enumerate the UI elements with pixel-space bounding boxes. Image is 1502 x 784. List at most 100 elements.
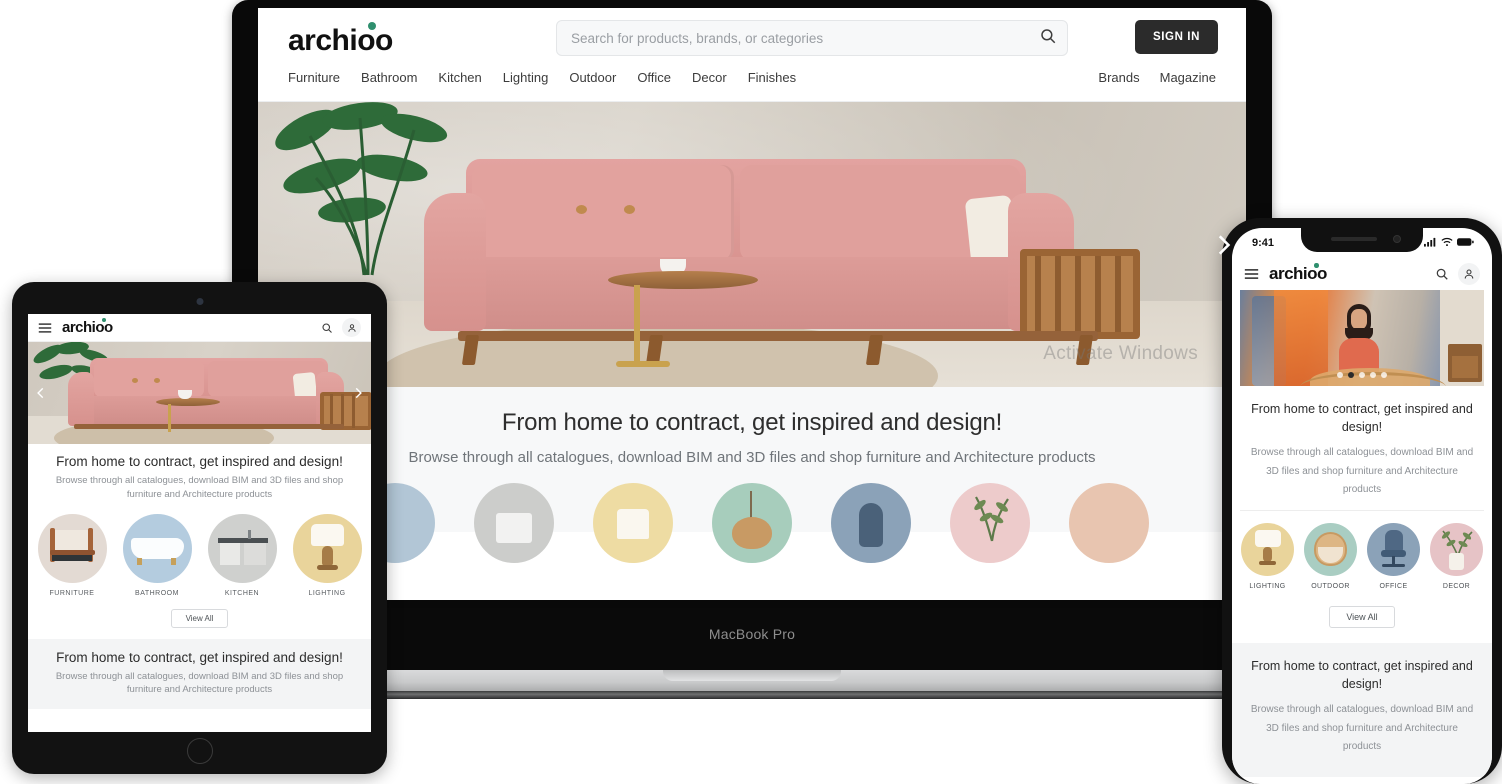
nav-item-lighting[interactable]: Lighting: [503, 70, 549, 85]
front-camera-icon: [1393, 235, 1401, 243]
earpiece-speaker-icon: [1331, 237, 1377, 241]
brand-logo-text: archioo: [288, 24, 393, 57]
laptop-hero-copy: From home to contract, get inspired and …: [258, 387, 1246, 472]
search-bar[interactable]: [556, 20, 1068, 56]
user-icon[interactable]: [342, 318, 361, 337]
phone-category-row: LIGHTING OUTDOOR OFFICE DECOR: [1232, 511, 1492, 590]
nav-secondary-links: Brands Magazine: [1098, 70, 1216, 85]
macbook-pro-device: archioo SIGN IN Furnitur: [216, 0, 1288, 712]
laptop-screen: archioo SIGN IN Furnitur: [258, 8, 1246, 600]
category-label: LIGHTING: [308, 589, 346, 597]
device-label: MacBook Pro: [708, 626, 796, 642]
brand-logo[interactable]: archioo: [288, 22, 393, 58]
category-label: OUTDOOR: [1311, 582, 1350, 590]
tablet-screen: archioo From home to contract, get inspi…: [28, 314, 371, 732]
category-label: DECOR: [1442, 582, 1471, 590]
device-mockup-stage: archioo SIGN IN Furnitur: [0, 0, 1502, 784]
carousel-prev-icon[interactable]: [34, 386, 48, 400]
nav-item-office[interactable]: Office: [637, 70, 671, 85]
wifi-icon: [1441, 237, 1453, 250]
carousel-dot[interactable]: [1381, 372, 1387, 378]
carousel-dot[interactable]: [1370, 372, 1376, 378]
sign-in-button[interactable]: SIGN IN: [1134, 20, 1218, 54]
phone-hero-carousel: [1240, 290, 1484, 386]
category-label: LIGHTING: [1249, 582, 1286, 590]
user-icon[interactable]: [1458, 263, 1480, 285]
category-item-bathroom[interactable]: BATHROOM: [122, 513, 192, 597]
laptop-site-header: archioo SIGN IN: [258, 8, 1246, 70]
tablet-category-row: FURNITURE BATHROOM KITCHEN LIGHTING: [28, 508, 371, 597]
nav-item-outdoor[interactable]: Outdoor: [569, 70, 616, 85]
menu-icon[interactable]: [1244, 268, 1259, 280]
category-label: KITCHEN: [224, 589, 260, 597]
tablet-footer-copy: From home to contract, get inspired and …: [28, 638, 371, 710]
tablet-home-button[interactable]: [186, 738, 213, 764]
phone-device: 9:41 archioo From home to contract, get …: [1222, 218, 1502, 784]
nav-item-magazine[interactable]: Magazine: [1160, 70, 1216, 85]
phone-site-header: archioo: [1232, 258, 1492, 290]
phone-screen: 9:41 archioo From home to contract, get …: [1232, 228, 1492, 784]
brand-logo-dot-icon: [368, 22, 376, 30]
category-label: OFFICE: [1379, 582, 1408, 590]
tablet-hero-carousel: [28, 342, 371, 444]
phone-hero-copy: From home to contract, get inspired and …: [1232, 386, 1492, 510]
footer-subtitle: Browse through all catalogues, download …: [1250, 704, 1474, 752]
category-circle[interactable]: [712, 483, 792, 563]
category-item-office[interactable]: OFFICE: [1367, 522, 1420, 590]
brand-logo-dot-icon: [102, 318, 106, 322]
search-icon[interactable]: [321, 322, 333, 334]
category-item-kitchen[interactable]: KITCHEN: [207, 513, 277, 597]
category-label: FURNITURE: [49, 589, 95, 597]
carousel-dots[interactable]: [1337, 372, 1387, 378]
laptop-base-notch: [663, 670, 841, 681]
tablet-camera-icon: [196, 298, 203, 305]
nav-item-brands[interactable]: Brands: [1098, 70, 1139, 85]
nav-item-bathroom[interactable]: Bathroom: [361, 70, 417, 85]
tablet-site-header: archioo: [28, 314, 371, 342]
page-subtitle: Browse through all catalogues, download …: [408, 449, 1096, 466]
footer-title: From home to contract, get inspired and …: [1251, 658, 1473, 691]
nav-item-finishes[interactable]: Finishes: [748, 70, 796, 85]
page-subtitle: Browse through all catalogues, download …: [1250, 447, 1474, 496]
category-circle[interactable]: [1069, 483, 1149, 563]
menu-icon[interactable]: [38, 322, 52, 334]
view-all-button[interactable]: View All: [1329, 605, 1395, 628]
status-time: 9:41: [1252, 237, 1275, 249]
search-icon[interactable]: [1435, 267, 1449, 281]
category-item-outdoor[interactable]: OUTDOOR: [1304, 522, 1357, 590]
category-item-lighting[interactable]: LIGHTING: [292, 513, 362, 597]
tablet-device: archioo From home to contract, get inspi…: [12, 282, 387, 774]
search-input[interactable]: [571, 30, 1039, 46]
signal-icon: [1424, 237, 1437, 250]
category-item-furniture[interactable]: FURNITURE: [37, 513, 107, 597]
footer-subtitle: Browse through all catalogues, download …: [55, 670, 344, 696]
category-circle[interactable]: [593, 483, 673, 563]
page-title: From home to contract, get inspired and …: [501, 409, 1003, 436]
category-circle[interactable]: [474, 483, 554, 563]
carousel-dot[interactable]: [1359, 372, 1365, 378]
nav-links: Furniture Bathroom Kitchen Lighting Outd…: [288, 70, 796, 85]
laptop-category-row: [258, 472, 1246, 563]
hero-carousel: Activate Windows: [258, 102, 1246, 387]
phone-footer-copy: From home to contract, get inspired and …: [1232, 642, 1492, 777]
nav-item-furniture[interactable]: Furniture: [288, 70, 340, 85]
nav-item-decor[interactable]: Decor: [692, 70, 727, 85]
nav-item-kitchen[interactable]: Kitchen: [438, 70, 481, 85]
category-item-decor[interactable]: DECOR: [1430, 522, 1483, 590]
carousel-next-icon[interactable]: [1210, 232, 1236, 258]
hero-side-table-image: [608, 259, 758, 367]
category-item-lighting[interactable]: LIGHTING: [1241, 522, 1294, 590]
category-circle[interactable]: [831, 483, 911, 563]
carousel-next-icon[interactable]: [351, 386, 365, 400]
category-circle[interactable]: [950, 483, 1030, 563]
brand-logo-dot-icon: [1314, 263, 1319, 268]
tablet-hero-copy: From home to contract, get inspired and …: [28, 444, 371, 508]
category-label: BATHROOM: [135, 589, 179, 597]
search-icon[interactable]: [1039, 27, 1057, 50]
carousel-dot-active[interactable]: [1348, 372, 1354, 378]
hero-sofa-image: [408, 153, 1140, 373]
page-title: From home to contract, get inspired and …: [56, 454, 343, 469]
carousel-dot[interactable]: [1337, 372, 1343, 378]
view-all-button[interactable]: View All: [170, 608, 229, 628]
page-subtitle: Browse through all catalogues, download …: [55, 475, 344, 500]
